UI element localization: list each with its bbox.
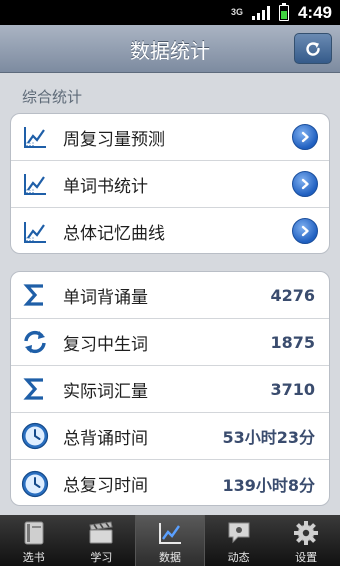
stat-value: 139小时8分 [222, 475, 315, 495]
list-item-label: 单词书统计 [63, 176, 148, 197]
gear-icon [293, 520, 319, 546]
tab-label: 动态 [227, 551, 250, 564]
stat-value: 3710 [270, 379, 315, 399]
battery-icon [278, 2, 289, 21]
list-item-weekly-review-forecast[interactable]: 周复习量预测 [11, 114, 329, 161]
status-bar: 3G 4:49 [0, 0, 340, 25]
stat-value: 1875 [270, 332, 315, 352]
sigma-icon [21, 375, 49, 403]
tab-label: 选书 [22, 551, 45, 564]
network-3g-indicator: 3G [230, 7, 243, 17]
tab-study[interactable]: 学习 [68, 515, 136, 566]
book-icon [21, 520, 47, 546]
tab-settings[interactable]: 设置 [272, 515, 340, 566]
stat-row-actual-vocabulary: 实际词汇量 3710 [11, 366, 329, 413]
stat-label: 总背诵时间 [63, 428, 148, 449]
tab-label: 数据 [158, 551, 181, 564]
stat-label: 单词背诵量 [63, 287, 148, 308]
page-title: 数据统计 [130, 39, 210, 63]
chart-line-icon [21, 123, 49, 151]
clapperboard-icon [88, 520, 114, 546]
stat-value: 4276 [270, 285, 315, 305]
stats-list: 单词背诵量 4276 复习中生词 1875 实际词汇量 3710 总背诵时间 5… [10, 271, 330, 506]
chart-line-icon [21, 170, 49, 198]
header-bar: 数据统计 [0, 25, 340, 73]
clock-icon [21, 422, 49, 450]
tab-label: 学习 [90, 551, 113, 564]
chevron-right-icon[interactable] [292, 218, 318, 244]
stat-row-words-memorized: 单词背诵量 4276 [11, 272, 329, 319]
chart-line-icon [157, 520, 183, 546]
list-item-memory-curve[interactable]: 总体记忆曲线 [11, 208, 329, 253]
section-label: 综合统计 [22, 88, 83, 106]
refresh-arrows-icon [21, 328, 49, 356]
stat-row-reviewing-words: 复习中生词 1875 [11, 319, 329, 366]
list-item-label: 总体记忆曲线 [63, 224, 165, 244]
stat-row-total-memorize-time: 总背诵时间 53小时23分 [11, 413, 329, 460]
chevron-right-icon[interactable] [292, 124, 318, 150]
bottom-tab-bar: 选书 学习 数据 动态 设置 [0, 515, 340, 566]
tab-label: 设置 [295, 551, 318, 564]
list-item-label: 周复习量预测 [63, 129, 165, 150]
refresh-button[interactable] [294, 33, 332, 64]
list-item-wordbook-stats[interactable]: 单词书统计 [11, 161, 329, 208]
chevron-right-icon[interactable] [292, 171, 318, 197]
stat-label: 实际词汇量 [63, 381, 148, 402]
chart-line-icon [21, 218, 49, 246]
tab-activity[interactable]: 动态 [205, 515, 273, 566]
status-time: 4:49 [297, 2, 332, 22]
tab-select-book[interactable]: 选书 [0, 515, 68, 566]
stat-row-total-review-time: 总复习时间 139小时8分 [11, 460, 329, 505]
stat-label: 总复习时间 [63, 476, 148, 496]
sigma-icon [21, 281, 49, 309]
stat-value: 53小时23分 [222, 428, 315, 447]
tab-data[interactable]: 数据 [135, 515, 205, 566]
stat-label: 复习中生词 [63, 334, 148, 355]
refresh-icon [306, 41, 320, 56]
clock-icon [21, 470, 49, 498]
signal-strength-icon [251, 5, 270, 20]
chat-bubble-icon [226, 520, 252, 546]
charts-list: 周复习量预测 单词书统计 总体记忆曲线 [10, 113, 330, 254]
